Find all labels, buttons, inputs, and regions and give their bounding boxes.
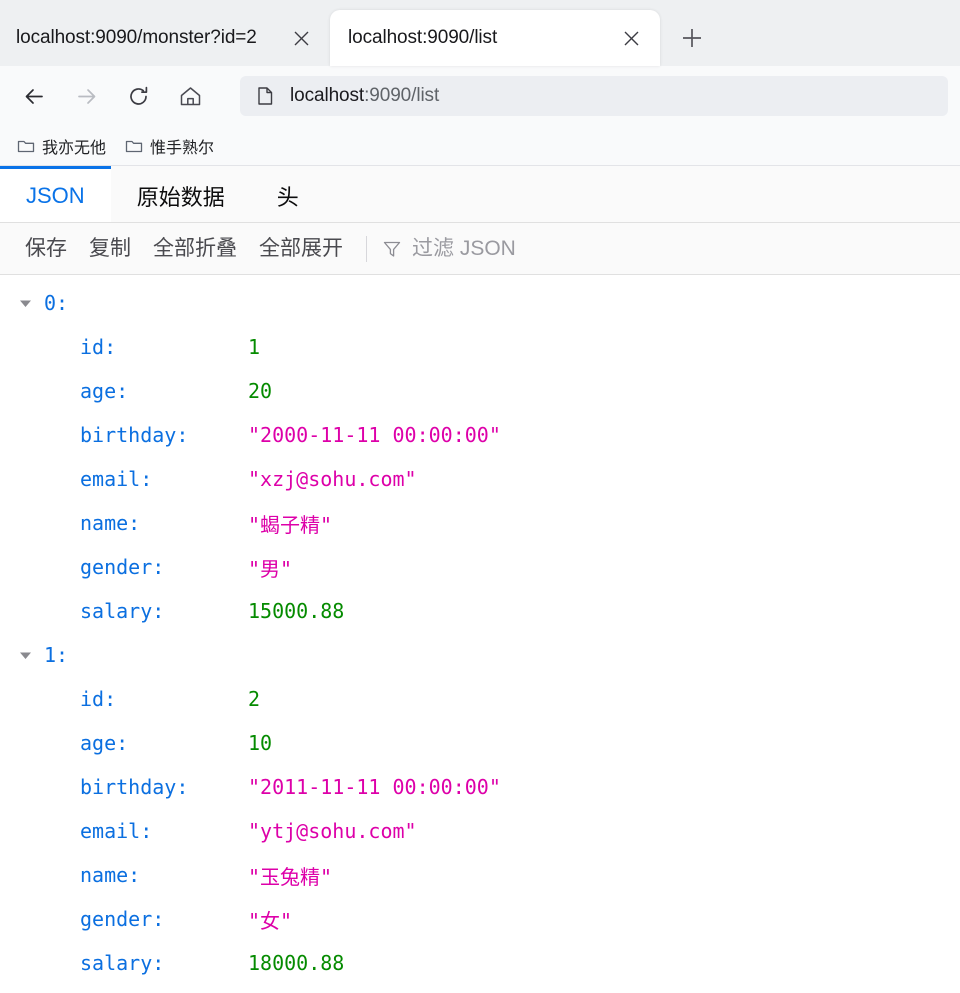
save-button[interactable]: 保存 bbox=[14, 238, 78, 259]
json-field-row[interactable]: email: "ytj@sohu.com" bbox=[0, 809, 960, 853]
expand-all-button[interactable]: 全部展开 bbox=[248, 238, 354, 259]
navigation-toolbar: localhost:9090/list bbox=[0, 66, 960, 126]
browser-tab-1[interactable]: localhost:9090/list bbox=[330, 10, 660, 66]
json-key: gender: bbox=[80, 907, 165, 931]
bookmark-label: 惟手熟尔 bbox=[150, 139, 215, 157]
json-value: 10 bbox=[248, 731, 273, 755]
json-key: salary: bbox=[80, 951, 165, 975]
json-key: gender: bbox=[80, 555, 165, 579]
address-bar-text: localhost:9090/list bbox=[290, 85, 439, 107]
close-icon[interactable] bbox=[286, 23, 316, 53]
tab-json-label: JSON bbox=[26, 182, 85, 208]
json-value: 18000.88 bbox=[248, 951, 345, 975]
json-key: birthday: bbox=[80, 775, 189, 799]
home-icon[interactable] bbox=[168, 74, 212, 118]
bookmarks-bar: 我亦无他 惟手熟尔 bbox=[0, 126, 960, 166]
document-icon bbox=[254, 85, 276, 107]
json-value: "蝎子精" bbox=[248, 512, 333, 537]
json-viewer: JSON 原始数据 头 保存 复制 全部折叠 全部展开 过滤 JSON 0: i… bbox=[0, 166, 960, 985]
json-value: "2011-11-11 00:00:00" bbox=[248, 775, 501, 799]
json-array-index: 1: bbox=[44, 643, 69, 667]
json-array-item-0[interactable]: 0: bbox=[0, 281, 960, 325]
json-key: age: bbox=[80, 379, 129, 403]
tab-json[interactable]: JSON bbox=[0, 166, 111, 222]
tab-raw-data[interactable]: 原始数据 bbox=[111, 166, 251, 222]
json-viewer-tabs: JSON 原始数据 头 bbox=[0, 166, 960, 223]
forward-arrow-icon bbox=[64, 74, 108, 118]
json-field-row[interactable]: birthday: "2011-11-11 00:00:00" bbox=[0, 765, 960, 809]
close-icon[interactable] bbox=[616, 23, 646, 53]
folder-icon bbox=[16, 136, 35, 155]
json-field-row[interactable]: salary: 18000.88 bbox=[0, 941, 960, 985]
json-field-row[interactable]: id: 2 bbox=[0, 677, 960, 721]
json-field-row[interactable]: birthday: "2000-11-11 00:00:00" bbox=[0, 413, 960, 457]
json-key: name: bbox=[80, 511, 141, 535]
new-tab-button[interactable] bbox=[670, 16, 714, 60]
bookmark-item-0[interactable]: 我亦无他 bbox=[8, 131, 114, 161]
json-key: salary: bbox=[80, 599, 165, 623]
json-key: email: bbox=[80, 819, 153, 843]
reload-icon[interactable] bbox=[116, 74, 160, 118]
filter-funnel-icon bbox=[381, 238, 403, 260]
address-bar[interactable]: localhost:9090/list bbox=[240, 76, 948, 116]
json-key: email: bbox=[80, 467, 153, 491]
json-value: "男" bbox=[248, 556, 293, 581]
tab-raw-data-label: 原始数据 bbox=[136, 184, 225, 210]
triangle-down-icon[interactable] bbox=[14, 644, 36, 666]
triangle-down-icon[interactable] bbox=[14, 292, 36, 314]
address-path: :9090/list bbox=[364, 85, 440, 106]
json-field-row[interactable]: salary: 15000.88 bbox=[0, 589, 960, 633]
copy-button[interactable]: 复制 bbox=[78, 238, 142, 259]
collapse-all-button[interactable]: 全部折叠 bbox=[142, 238, 248, 259]
json-value: "女" bbox=[248, 908, 293, 933]
json-field-row[interactable]: gender: "男" bbox=[0, 545, 960, 589]
browser-tab-0[interactable]: localhost:9090/monster?id=2 bbox=[0, 10, 330, 66]
browser-tab-title: localhost:9090/monster?id=2 bbox=[16, 27, 257, 48]
json-field-row[interactable]: name: "蝎子精" bbox=[0, 501, 960, 545]
browser-tab-title: localhost:9090/list bbox=[348, 27, 498, 48]
json-array-index: 0: bbox=[44, 291, 69, 315]
json-field-row[interactable]: age: 10 bbox=[0, 721, 960, 765]
json-value: "ytj@sohu.com" bbox=[248, 819, 417, 843]
json-key: age: bbox=[80, 731, 129, 755]
json-field-row[interactable]: age: 20 bbox=[0, 369, 960, 413]
tab-headers[interactable]: 头 bbox=[251, 166, 325, 222]
folder-icon bbox=[124, 136, 143, 155]
browser-tab-strip: localhost:9090/monster?id=2 localhost:90… bbox=[0, 0, 960, 66]
json-viewer-toolbar: 保存 复制 全部折叠 全部展开 bbox=[0, 223, 960, 275]
json-content: 0: id: 1 age: 20 birthday: "2000-11-11 0… bbox=[0, 275, 960, 985]
json-array-item-1[interactable]: 1: bbox=[0, 633, 960, 677]
json-key: id: bbox=[80, 687, 117, 711]
json-value: "xzj@sohu.com" bbox=[248, 467, 417, 491]
json-value: "2000-11-11 00:00:00" bbox=[248, 423, 501, 447]
filter-json-box[interactable] bbox=[377, 232, 946, 266]
filter-json-input[interactable] bbox=[412, 236, 946, 261]
json-key: name: bbox=[80, 863, 141, 887]
json-field-row[interactable]: name: "玉兔精" bbox=[0, 853, 960, 897]
address-host: localhost bbox=[290, 85, 365, 106]
json-value: 2 bbox=[248, 687, 261, 711]
toolbar-divider bbox=[366, 235, 367, 262]
json-field-row[interactable]: gender: "女" bbox=[0, 897, 960, 941]
json-field-row[interactable]: email: "xzj@sohu.com" bbox=[0, 457, 960, 501]
json-key: birthday: bbox=[80, 423, 189, 447]
json-value: "玉兔精" bbox=[248, 864, 333, 889]
json-field-row[interactable]: id: 1 bbox=[0, 325, 960, 369]
json-key: id: bbox=[80, 335, 117, 359]
bookmark-item-1[interactable]: 惟手熟尔 bbox=[116, 131, 222, 161]
tab-headers-label: 头 bbox=[276, 184, 299, 210]
json-value: 15000.88 bbox=[248, 599, 345, 623]
bookmark-label: 我亦无他 bbox=[42, 139, 107, 157]
back-arrow-icon[interactable] bbox=[12, 74, 56, 118]
json-value: 20 bbox=[248, 379, 273, 403]
json-value: 1 bbox=[248, 335, 261, 359]
